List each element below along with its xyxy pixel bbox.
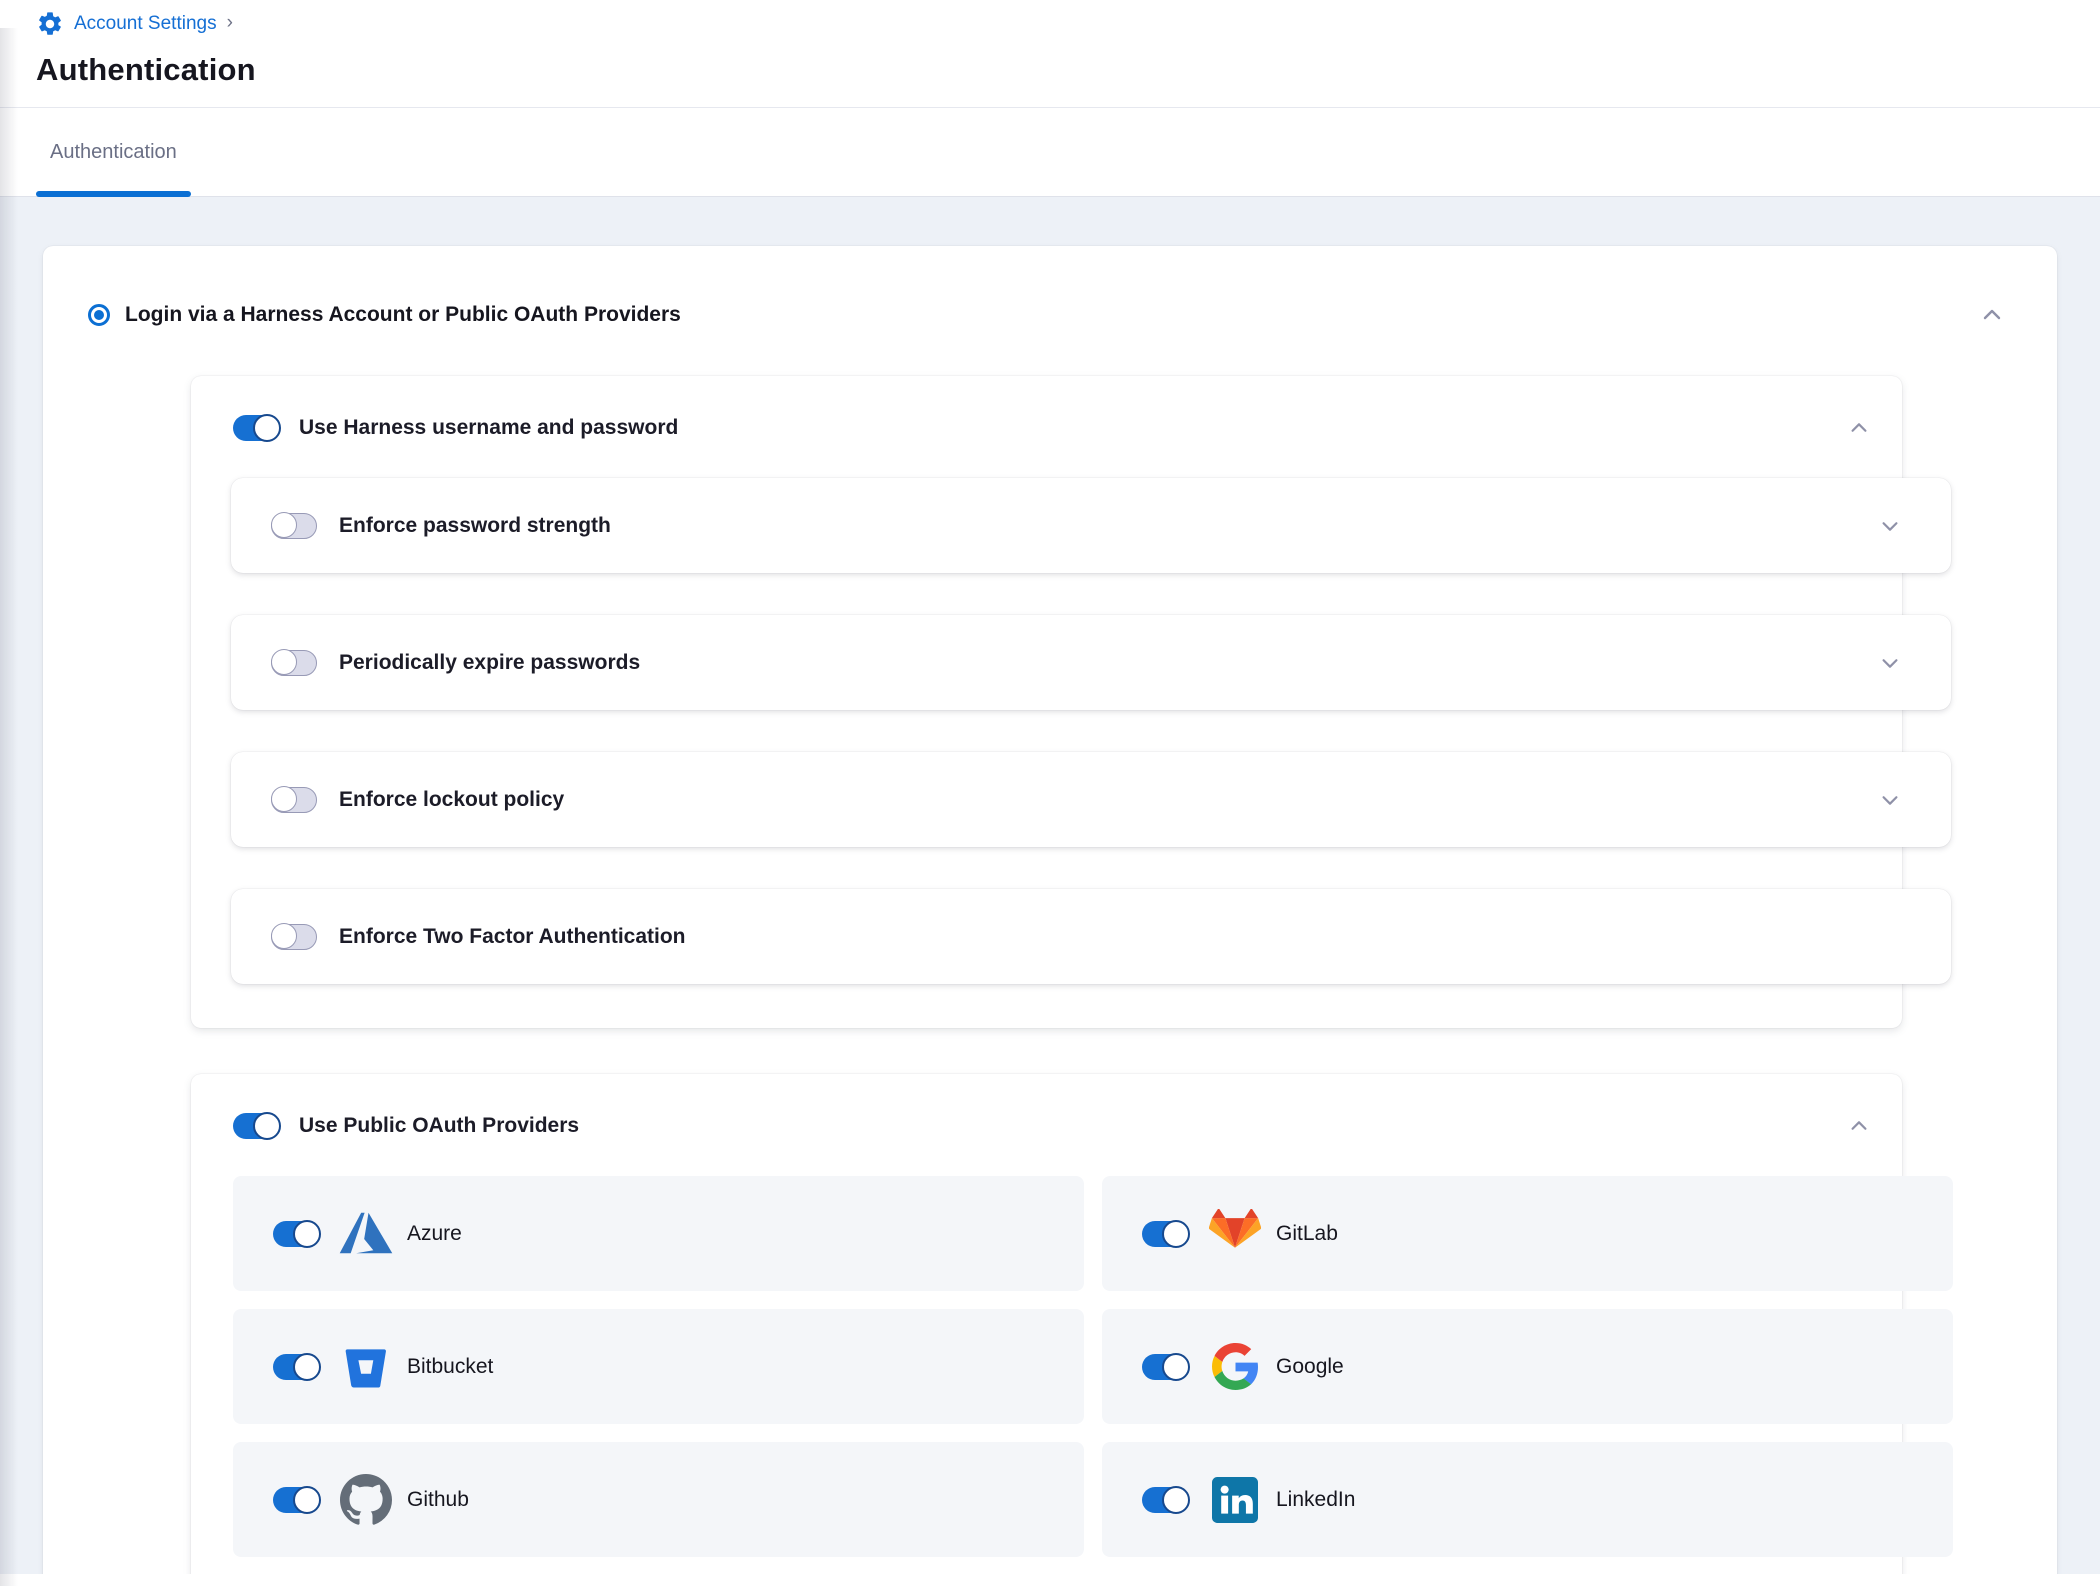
- collapse-oauth-section-button[interactable]: [1846, 1113, 1872, 1139]
- chevron-up-icon: [1848, 417, 1870, 439]
- provider-label: Github: [407, 1488, 469, 1512]
- breadcrumb-separator-icon: ›: [227, 12, 233, 34]
- chevron-down-icon: [1879, 652, 1901, 674]
- toggle-knob: [1162, 1353, 1190, 1381]
- option-label: Enforce Two Factor Authentication: [339, 925, 686, 949]
- toggle-knob: [1162, 1486, 1190, 1514]
- active-tab-underline: [36, 191, 191, 197]
- page-header: Account Settings › Authentication: [0, 0, 2100, 88]
- provider-label: Google: [1276, 1355, 1344, 1379]
- gitlab-icon: [1209, 1209, 1261, 1259]
- page-title: Authentication: [36, 52, 2064, 88]
- oauth-providers-header: Use Public OAuth Providers: [233, 1104, 1872, 1148]
- bitbucket-icon: [342, 1343, 390, 1391]
- toggle-knob: [293, 1353, 321, 1381]
- toggle-knob: [271, 649, 297, 675]
- two-factor-toggle[interactable]: [271, 924, 317, 950]
- oauth-providers-toggle[interactable]: [233, 1113, 279, 1139]
- login-option-radio[interactable]: [88, 304, 110, 326]
- harness-login-section: Use Harness username and password Enforc…: [191, 376, 1902, 1028]
- expand-expire-passwords-button[interactable]: [1877, 650, 1903, 676]
- google-icon: [1212, 1343, 1259, 1390]
- lockout-policy-toggle[interactable]: [271, 787, 317, 813]
- option-label: Enforce lockout policy: [339, 788, 564, 812]
- option-row-password-strength: Enforce password strength: [231, 478, 1951, 573]
- toggle-knob: [293, 1486, 321, 1514]
- option-row-two-factor: Enforce Two Factor Authentication: [231, 889, 1951, 984]
- linkedin-toggle[interactable]: [1142, 1487, 1188, 1513]
- toggle-knob: [271, 923, 297, 949]
- tab-authentication[interactable]: Authentication: [36, 108, 191, 196]
- chevron-down-icon: [1879, 515, 1901, 537]
- tab-bar: Authentication: [0, 107, 2100, 197]
- harness-login-toggle[interactable]: [233, 415, 279, 441]
- gitlab-toggle[interactable]: [1142, 1221, 1188, 1247]
- provider-label: GitLab: [1276, 1222, 1338, 1246]
- oauth-providers-label: Use Public OAuth Providers: [299, 1114, 579, 1138]
- expand-password-strength-button[interactable]: [1877, 513, 1903, 539]
- harness-login-header: Use Harness username and password: [233, 406, 1872, 450]
- expire-passwords-toggle[interactable]: [271, 650, 317, 676]
- gear-icon: [36, 10, 64, 38]
- collapse-section-button[interactable]: [1979, 302, 2005, 328]
- login-option-row: Login via a Harness Account or Public OA…: [88, 293, 2005, 337]
- tab-label: Authentication: [50, 141, 177, 164]
- breadcrumb: Account Settings ›: [36, 8, 2064, 40]
- provider-row-github: Github: [233, 1442, 1084, 1557]
- auth-mechanisms-card: Login via a Harness Account or Public OA…: [43, 246, 2057, 1574]
- breadcrumb-account-settings-link[interactable]: Account Settings: [36, 10, 217, 38]
- github-icon: [340, 1474, 392, 1526]
- toggle-knob: [1162, 1220, 1190, 1248]
- toggle-knob: [253, 414, 281, 442]
- provider-row-bitbucket: Bitbucket: [233, 1309, 1084, 1424]
- chevron-up-icon: [1848, 1115, 1870, 1137]
- chevron-up-icon: [1980, 303, 2004, 327]
- oauth-providers-section: Use Public OAuth Providers Azure: [191, 1074, 1902, 1574]
- linkedin-icon: [1212, 1477, 1258, 1523]
- provider-row-google: Google: [1102, 1309, 1953, 1424]
- harness-login-label: Use Harness username and password: [299, 416, 678, 440]
- content-area: Login via a Harness Account or Public OA…: [0, 197, 2100, 1574]
- github-toggle[interactable]: [273, 1487, 319, 1513]
- azure-toggle[interactable]: [273, 1221, 319, 1247]
- provider-row-gitlab: GitLab: [1102, 1176, 1953, 1291]
- chevron-down-icon: [1879, 789, 1901, 811]
- toggle-knob: [271, 512, 297, 538]
- provider-label: Azure: [407, 1222, 462, 1246]
- provider-row-azure: Azure: [233, 1176, 1084, 1291]
- option-label: Enforce password strength: [339, 514, 611, 538]
- bitbucket-toggle[interactable]: [273, 1354, 319, 1380]
- google-toggle[interactable]: [1142, 1354, 1188, 1380]
- option-row-lockout-policy: Enforce lockout policy: [231, 752, 1951, 847]
- collapse-harness-section-button[interactable]: [1846, 415, 1872, 441]
- toggle-knob: [253, 1112, 281, 1140]
- provider-row-linkedin: LinkedIn: [1102, 1442, 1953, 1557]
- oauth-provider-grid: Azure G: [233, 1176, 1872, 1557]
- toggle-knob: [293, 1220, 321, 1248]
- toggle-knob: [271, 786, 297, 812]
- expand-lockout-policy-button[interactable]: [1877, 787, 1903, 813]
- azure-icon: [338, 1210, 394, 1258]
- provider-label: Bitbucket: [407, 1355, 493, 1379]
- password-policy-list: Enforce password strength Periodically e…: [231, 478, 1872, 984]
- option-label: Periodically expire passwords: [339, 651, 640, 675]
- provider-label: LinkedIn: [1276, 1488, 1355, 1512]
- password-strength-toggle[interactable]: [271, 513, 317, 539]
- breadcrumb-label: Account Settings: [74, 13, 217, 35]
- login-option-label: Login via a Harness Account or Public OA…: [125, 303, 681, 327]
- option-row-expire-passwords: Periodically expire passwords: [231, 615, 1951, 710]
